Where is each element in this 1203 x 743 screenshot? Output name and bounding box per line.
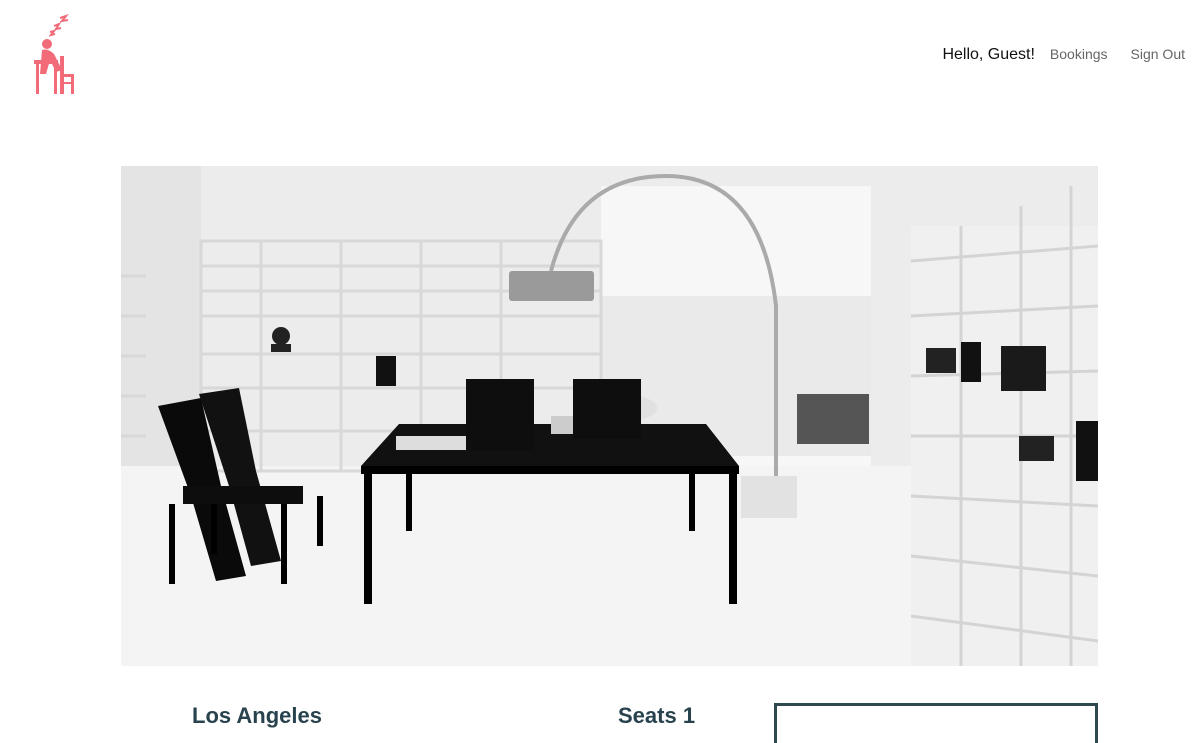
bookings-link[interactable]: Bookings [1050, 46, 1108, 62]
greeting-text: Hello, Guest! [942, 46, 1035, 63]
logo-icon[interactable] [32, 12, 76, 96]
hero-image [121, 166, 1098, 666]
listing-seats: Seats 1 [618, 703, 696, 728]
listing-city: Los Angeles [192, 703, 322, 728]
booking-panel[interactable] [774, 703, 1098, 743]
sign-out-link[interactable]: Sign Out [1131, 46, 1185, 62]
top-nav: Hello, Guest! Bookings Sign Out [942, 46, 1185, 64]
